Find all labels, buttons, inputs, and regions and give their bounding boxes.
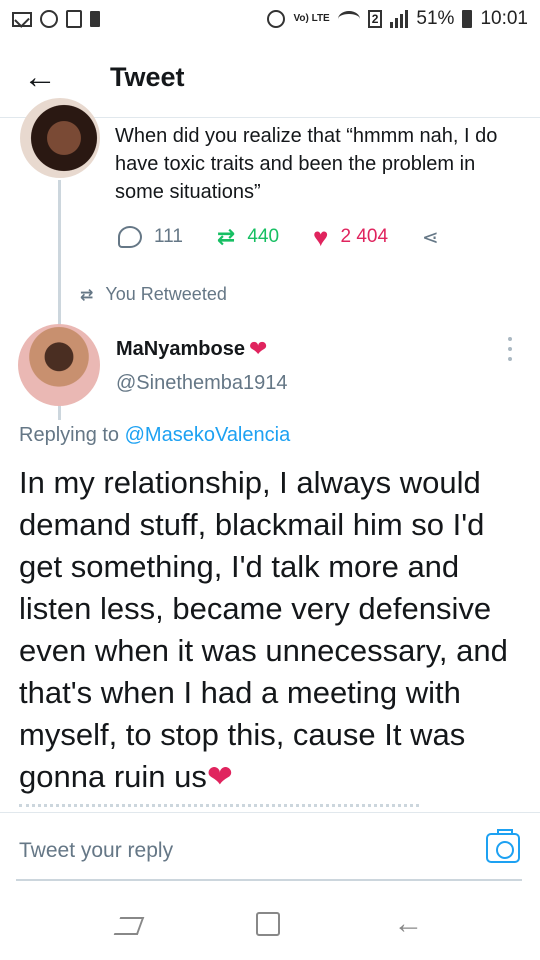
retweet-icon: ⇄ [80,286,94,304]
reply-icon [118,226,142,248]
home-icon[interactable] [255,912,280,936]
battery-icon [462,10,473,28]
signal-icon [390,10,409,28]
retweeted-label: ⇄ You Retweeted [80,284,227,305]
sd-card-icon [90,11,100,27]
heart-icon: ♥ [313,222,329,252]
back-icon[interactable]: ← [393,907,423,941]
timestamp-clipped [19,804,419,810]
status-bar: Vo) LTE 2 51% 10:01 [0,0,540,38]
tweet-actions: 111 ⇄ 440 ♥ 2 404 ⋖ [118,224,473,250]
recent-apps-icon[interactable] [117,911,143,937]
battery-percent: 51% [416,8,455,29]
clock: 10:01 [480,8,528,29]
camera-icon[interactable] [486,829,520,863]
replying-prefix: Replying to [19,424,120,446]
alarm-icon [267,10,286,28]
heart-emoji-icon: ❤ [206,759,233,794]
status-bar-notifications [12,10,100,28]
avatar[interactable] [20,98,100,178]
share-icon: ⋖ [422,226,439,249]
reply-input-underline [16,879,522,881]
system-nav-bar: ← [0,888,540,960]
like-button[interactable]: ♥ 2 404 [313,222,389,252]
reply-count: 111 [154,226,183,247]
retweet-button[interactable]: ⇄ 440 [217,224,279,250]
mail-icon [12,11,32,27]
wifi-icon [337,11,360,27]
reply-input[interactable]: Tweet your reply [19,839,173,863]
page-title: Tweet [110,62,185,92]
retweet-count: 440 [247,226,280,247]
heart-emoji-icon: ❤ [248,336,268,361]
replying-to: Replying to @MasekoValencia [19,424,290,447]
user-display-name[interactable]: MaNyambose ❤ [116,336,267,362]
retweet-icon: ⇄ [216,224,236,249]
avatar[interactable] [18,324,100,406]
retweeted-text: You Retweeted [105,284,227,304]
user-name-text: MaNyambose [116,337,245,360]
share-button[interactable]: ⋖ [422,225,439,250]
tweet-body: In my relationship, I always would deman… [19,462,529,798]
parent-tweet-text: When did you realize that “hmmm nah, I d… [115,125,498,203]
notification-icon [40,10,58,28]
volte-indicator: Vo) LTE [293,13,330,24]
status-bar-system: Vo) LTE 2 51% 10:01 [267,8,528,30]
replying-handle-link[interactable]: @MasekoValencia [125,424,291,446]
parent-tweet[interactable]: When did you realize that “hmmm nah, I d… [0,98,540,420]
like-count: 2 404 [340,226,389,247]
sim-indicator: 2 [367,10,383,28]
more-vertical-icon[interactable] [502,334,518,364]
gallery-icon [66,10,82,28]
user-handle[interactable]: @Sinethemba1914 [116,372,288,395]
reply-composer: Tweet your reply [0,812,540,888]
tweet-text: In my relationship, I always would deman… [19,465,508,794]
reply-button[interactable]: 111 [118,226,183,248]
